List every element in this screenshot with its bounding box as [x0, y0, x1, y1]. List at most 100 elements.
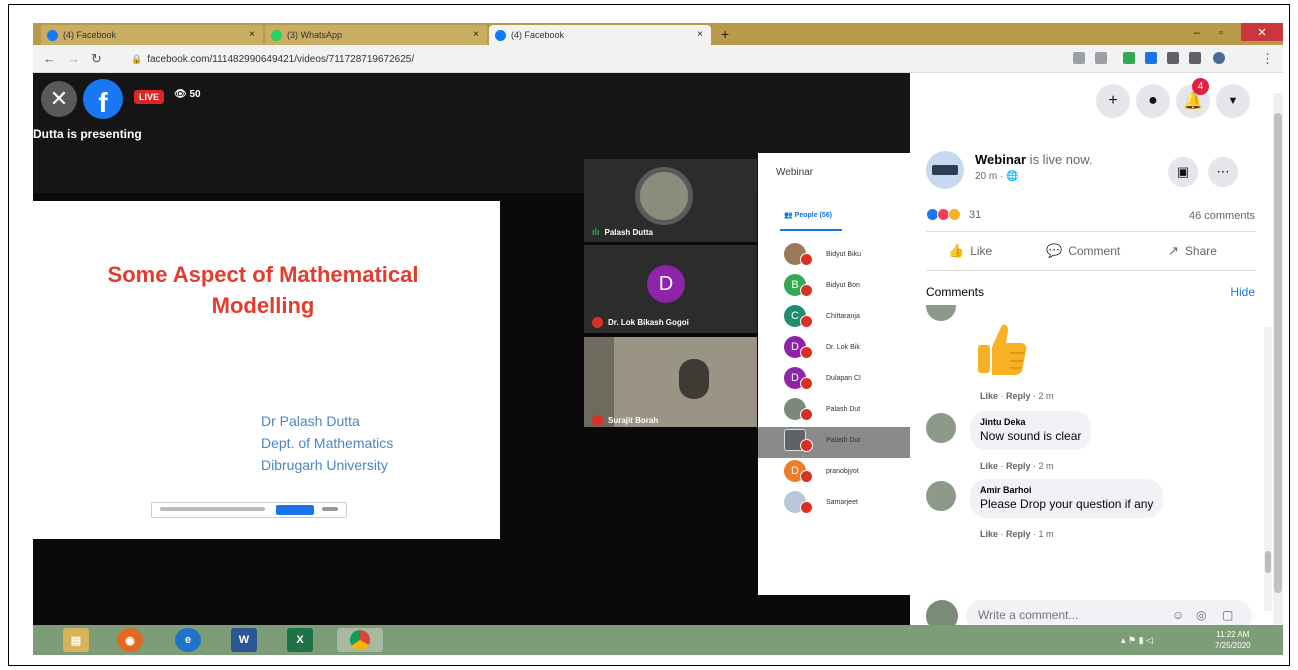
page-name[interactable]: Webinar [975, 152, 1026, 167]
clock-date: 7/25/2020 [1215, 641, 1251, 650]
comment-meta: Like · Reply · 2 m [980, 461, 1054, 471]
commenter-avatar[interactable] [926, 481, 956, 511]
participant-name: pranobjyot [826, 468, 859, 475]
tab-people[interactable]: 👥 People (56) [784, 211, 832, 219]
comment-like-link[interactable]: Like [980, 461, 998, 471]
minimize-button[interactable]: – [1187, 23, 1207, 43]
forward-arrow-icon[interactable]: → [67, 51, 80, 66]
menu-kebab-icon[interactable]: ⋮ [1261, 51, 1274, 67]
hide-share-bar-button [322, 507, 338, 511]
people-list-item[interactable]: Dpranobjyot [758, 458, 910, 489]
page-scrollbar-thumb[interactable] [1274, 113, 1282, 593]
participant-name: Palash Dut [826, 406, 861, 413]
page-avatar[interactable] [926, 151, 964, 189]
comment-input[interactable] [978, 608, 1158, 622]
tab-whatsapp[interactable]: (3) WhatsApp × [265, 25, 487, 45]
people-list-item[interactable]: Palash Dut [758, 396, 910, 427]
presentation-slide: Some Aspect of Mathematical Modelling Dr… [33, 201, 500, 539]
playlist-icon[interactable] [1189, 52, 1201, 64]
chrome-icon [350, 630, 370, 650]
tab-close-icon[interactable]: × [697, 29, 703, 40]
lock-icon: 🔒 [131, 53, 143, 64]
file-explorer-icon[interactable]: ▤ [63, 628, 89, 652]
comment-like-link[interactable]: Like [980, 529, 998, 539]
people-list-item[interactable]: B Bidyut Bon [758, 272, 910, 303]
firefox-icon[interactable]: ◉ [117, 628, 143, 652]
slide-author-block: Dr Palash Dutta Dept. of Mathematics Dib… [261, 410, 393, 476]
share-button[interactable]: ↗ Share [1168, 243, 1217, 259]
whatsapp-favicon-icon [271, 29, 282, 41]
comment-reply-link[interactable]: Reply [1006, 529, 1031, 539]
comment-count[interactable]: 46 comments [1189, 210, 1255, 222]
facebook-top-actions: + ● 🔔 4 ▼ [910, 73, 1283, 135]
commenter-name[interactable]: Jintu Deka [980, 417, 1081, 427]
url-text: facebook.com/111482990649421/videos/7117… [147, 53, 415, 65]
people-icon: 👥 [784, 212, 795, 219]
emoji-icon[interactable]: ☺ [1172, 608, 1184, 622]
messenger-icon[interactable]: ● [1136, 84, 1170, 118]
tab-close-icon[interactable]: × [249, 29, 255, 40]
thumbs-up-sticker [978, 324, 1027, 375]
more-options-icon[interactable]: ⋯ [1208, 157, 1238, 187]
participant-initial-avatar: D [647, 265, 685, 303]
comment-bubble: Amir Barhoi Please Drop your question if… [970, 479, 1164, 518]
profile-avatar-icon[interactable] [1213, 52, 1225, 64]
extension-icon[interactable] [1145, 52, 1157, 64]
slide-dept: Dept. of Mathematics [261, 435, 394, 451]
internet-explorer-icon[interactable]: e [175, 628, 201, 652]
facebook-logo-icon[interactable]: f [83, 79, 123, 119]
reload-icon[interactable]: ↻ [91, 51, 102, 67]
extension-icon[interactable] [1123, 52, 1135, 64]
commenter-avatar[interactable] [926, 413, 956, 443]
url-input[interactable]: 🔒 facebook.com/111482990649421/videos/71… [131, 50, 1201, 68]
puzzle-icon[interactable] [1167, 52, 1179, 64]
star-icon[interactable] [1095, 52, 1107, 64]
close-video-icon[interactable]: ✕ [41, 81, 77, 117]
comment-like-link[interactable]: Like [980, 391, 998, 401]
comment-text: Now sound is clear [980, 429, 1082, 443]
gif-sticker-icon[interactable]: ▢ [1222, 608, 1233, 622]
comment-reply-link[interactable]: Reply [1006, 461, 1031, 471]
comments-scrollbar-thumb[interactable] [1265, 551, 1271, 573]
viewer-count: 👁 50 [174, 89, 201, 100]
people-list-item[interactable]: C Chittaranja [758, 303, 910, 334]
people-list-item[interactable]: D Dulapan Cl [758, 365, 910, 396]
live-video-player[interactable]: ✕ f LIVE 👁 50 Dutta is presenting Some A… [33, 73, 910, 625]
mic-off-icon [800, 346, 813, 359]
participant-tile: ılı Palash Dutta [584, 159, 757, 242]
people-list-item[interactable]: Bidyut Biku [758, 241, 910, 272]
camera-icon[interactable]: ◎ [1196, 608, 1206, 622]
zoom-icon[interactable] [1073, 52, 1085, 64]
create-plus-icon[interactable]: + [1096, 84, 1130, 118]
post-actions: 👍 Like 💬 Comment ↗ Share [926, 231, 1256, 271]
people-list-item[interactable]: Samarjeet [758, 489, 910, 520]
comment-button[interactable]: 💬 Comment [1046, 243, 1120, 259]
chrome-taskbar-button[interactable] [337, 628, 383, 652]
people-list-item[interactable]: D Dr. Lok Bik [758, 334, 910, 365]
system-tray-icons[interactable]: ▴ ⚑ ▮ ◁ [1121, 635, 1153, 646]
account-menu-chevron-down-icon[interactable]: ▼ [1216, 84, 1250, 118]
window-close-button[interactable]: ✕ [1241, 23, 1283, 41]
save-bookmark-icon[interactable]: ▣ [1168, 157, 1198, 187]
comment-meta: Like · Reply · 1 m [980, 529, 1054, 539]
new-tab-button[interactable]: + [721, 26, 729, 42]
tab-title: (4) Facebook [511, 30, 565, 40]
back-arrow-icon[interactable]: ← [43, 51, 56, 66]
excel-icon[interactable]: X [287, 628, 313, 652]
notification-count-badge: 4 [1192, 78, 1209, 95]
tab-close-icon[interactable]: × [473, 29, 479, 40]
participant-name: Dr. Lok Bikash Gogoi [608, 318, 689, 327]
like-button[interactable]: 👍 Like [948, 243, 992, 259]
commenter-avatar[interactable] [926, 305, 956, 321]
maximize-button[interactable]: ▫ [1211, 23, 1231, 43]
commenter-name[interactable]: Amir Barhoi [980, 485, 1153, 495]
tab-title: (4) Facebook [63, 30, 117, 40]
hide-comments-link[interactable]: Hide [1230, 285, 1255, 299]
people-list-item[interactable]: Palash Dut [758, 427, 910, 458]
tab-facebook-1[interactable]: (4) Facebook × [41, 25, 263, 45]
word-icon[interactable]: W [231, 628, 257, 652]
tab-facebook-active[interactable]: (4) Facebook × [489, 25, 711, 45]
taskbar-clock[interactable]: 11:22 AM 7/25/2020 [1215, 629, 1251, 651]
comment-reply-link[interactable]: Reply [1006, 391, 1031, 401]
reaction-summary[interactable]: 31 [926, 208, 981, 221]
